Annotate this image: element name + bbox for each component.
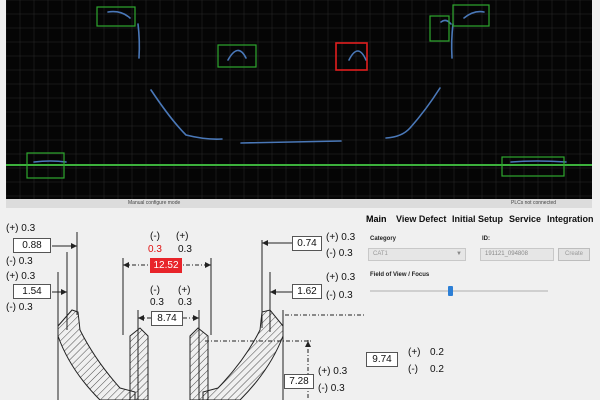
part-right-wall [202,309,284,400]
tab-service[interactable]: Service [509,214,541,224]
m4-minus-sign: (-) [150,285,160,296]
m2-minus-tol: (-) 0.3 [6,302,33,313]
m4-plus-sign: (+) [178,285,191,296]
profile-right-wall [385,87,441,139]
profile-right-top [450,23,454,59]
m5-plus-tol: (+) 0.3 [326,232,356,243]
tab-integration[interactable]: Integration [547,214,594,224]
m1-plus-tol: (+) 0.3 [6,223,36,234]
m2-value-box: 1.54 [13,284,51,299]
id-field[interactable]: 191121_094808 [480,248,554,261]
tab-main[interactable]: Main [366,214,387,224]
scan-grid [6,0,592,199]
m3-minus-sign: (-) [150,231,160,242]
profile-left-top [137,23,141,59]
roi-box-7[interactable] [501,156,565,177]
m3-value-box: 12.52 [150,258,182,273]
m4-plus-val: 0.3 [178,297,192,308]
m2-plus-tol: (+) 0.3 [6,271,36,282]
fov-label: Field of View / Focus [370,272,430,278]
m5-minus-tol: (-) 0.3 [326,248,353,259]
m5-value-box: 0.74 [292,236,322,251]
profile-bottom [240,140,342,144]
chevron-down-icon: ▼ [456,251,462,257]
plc-status: PLCs not connected [511,200,557,206]
m3-plus-sign: (+) [176,231,189,242]
profile-flat-left [33,160,67,163]
part-inner-left [129,327,149,400]
category-select[interactable]: CAT1 ▼ [368,248,466,261]
tab-initial-setup[interactable]: Initial Setup [452,214,503,224]
m4-value-box: 8.74 [151,311,183,326]
profile-left-lip [107,10,131,19]
app-window: Manual configure mode PLCs not connected [0,0,600,400]
profile-peak-right [348,50,367,61]
category-value: CAT1 [373,251,388,257]
profile-scan-view[interactable] [6,0,592,199]
m8-minus-tol: (-) 0.3 [318,383,345,394]
m3-minus-val: 0.3 [148,244,162,255]
profile-left-wall [150,89,223,140]
mode-status: Manual configure mode [128,200,181,206]
measurement-drawing: (+) 0.3 0.88 (-) 0.3 (+) 0.3 1.54 (-) 0.… [0,210,365,400]
profile-flat-right [510,160,567,163]
m6-minus-tol: (-) 0.3 [326,290,353,301]
m1-value-box: 0.88 [13,238,51,253]
m1-minus-tol: (-) 0.3 [6,256,33,267]
control-panel: Main View Defect Initial Setup Service I… [362,214,600,400]
m4-minus-val: 0.3 [150,297,164,308]
id-label: ID: [482,236,490,242]
category-label: Category [370,236,397,242]
create-button[interactable]: Create [558,248,590,261]
scan-canvas [6,0,592,199]
m8-value-box: 7.28 [284,374,314,389]
m3-plus-val: 0.3 [178,244,192,255]
m6-plus-tol: (+) 0.3 [326,272,356,283]
part-inner-right [189,327,209,400]
m6-value-box: 1.62 [292,284,322,299]
fov-slider-track[interactable] [370,290,548,292]
fov-slider-thumb[interactable] [448,286,454,296]
profile-right-lip [463,10,485,19]
profile-peak-left [227,49,247,61]
status-bar: Manual configure mode PLCs not connected [6,199,592,208]
m8-plus-tol: (+) 0.3 [318,366,348,377]
tab-view-defect[interactable]: View Defect [396,214,446,224]
roi-box-5[interactable] [452,4,490,27]
